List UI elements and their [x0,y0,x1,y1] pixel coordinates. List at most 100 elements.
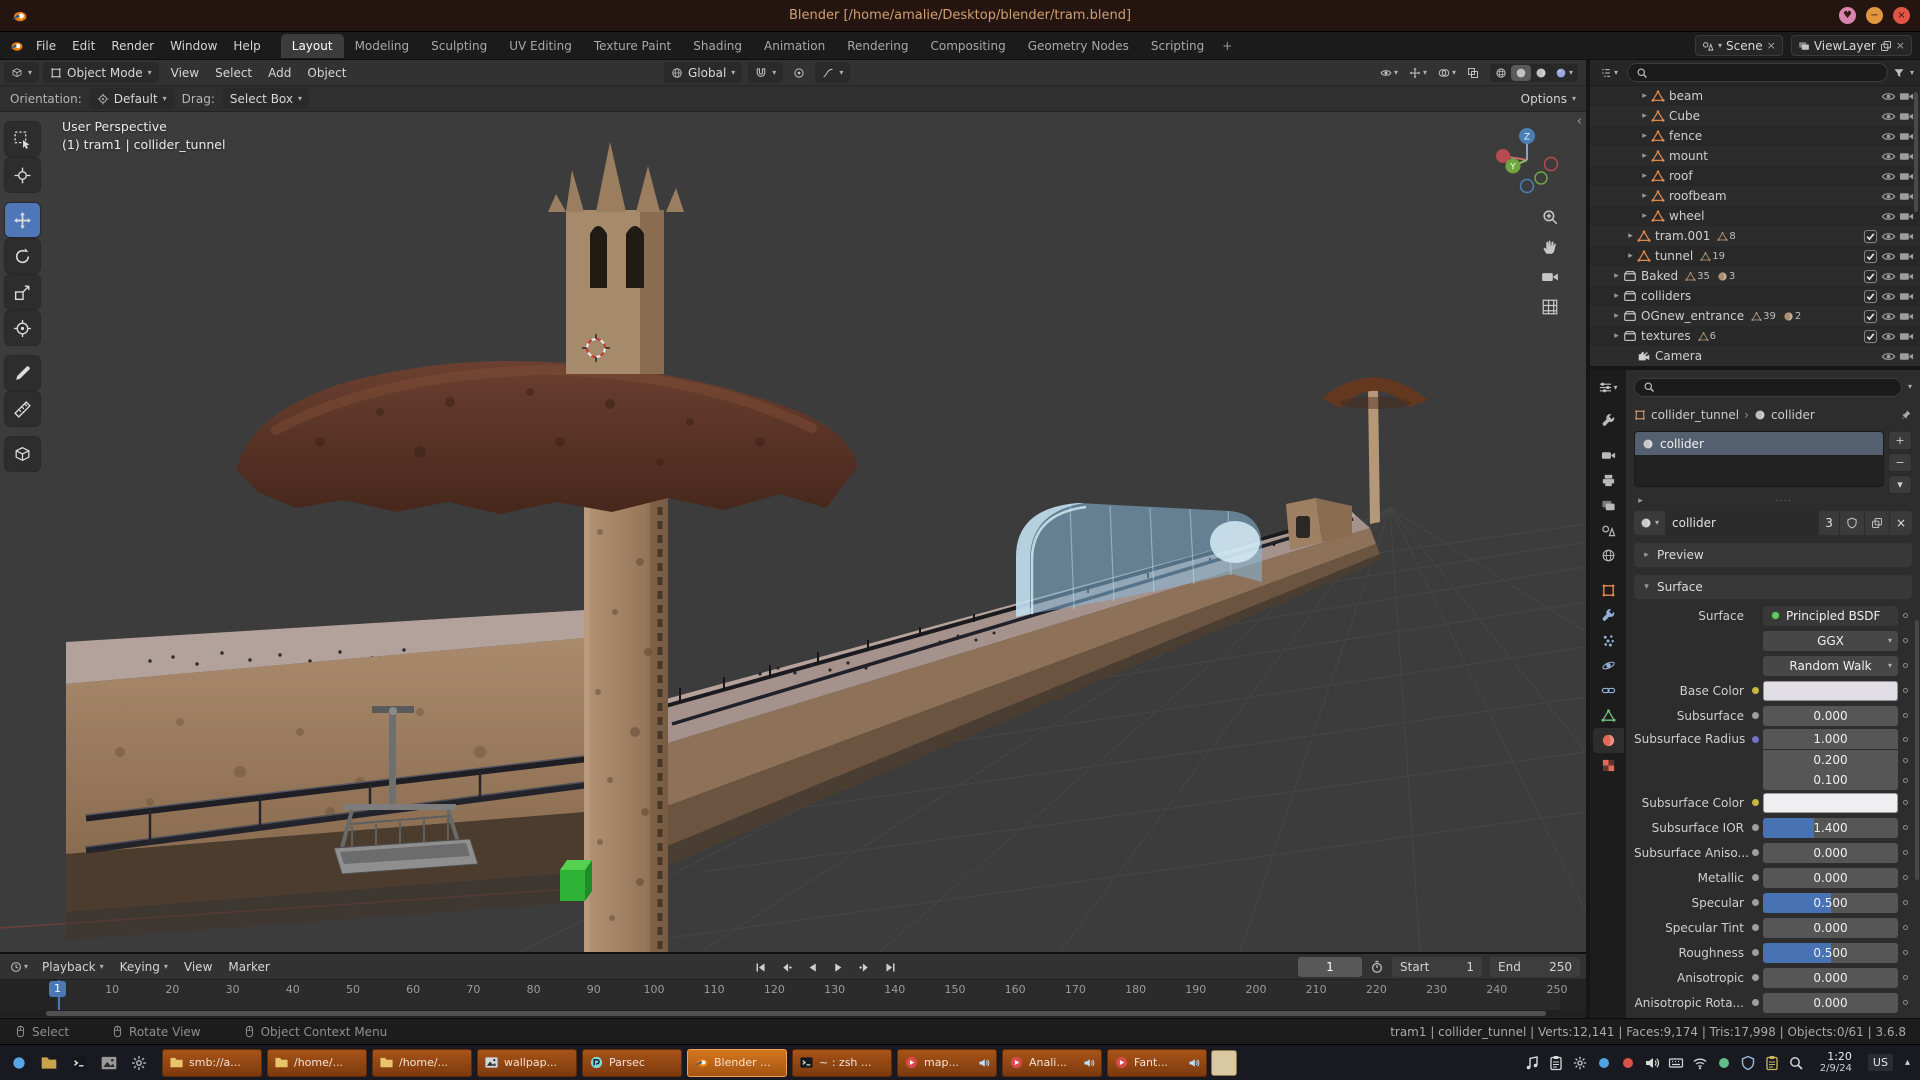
start-frame-field[interactable]: Start 1 [1392,957,1482,977]
decorator-dot[interactable] [1898,800,1912,805]
tab-shading[interactable]: Shading [682,34,753,58]
outliner-item-roof[interactable]: ▸roof [1590,166,1920,186]
show-gizmo-button[interactable]: ▾ [1405,65,1431,81]
launcher-terminal-button[interactable] [66,1050,92,1076]
value-slider[interactable]: 0.000 [1763,868,1898,888]
outliner-item-textures[interactable]: ▸textures6 [1590,326,1920,346]
decorator-dot[interactable] [1898,825,1912,830]
drag-mode-dropdown[interactable]: Select Box ▾ [223,88,309,109]
dropdown[interactable]: GGX▾ [1763,631,1898,651]
transform-tool[interactable] [5,311,40,345]
properties-tab-render[interactable] [1593,443,1624,468]
expand-arrow-icon[interactable]: ▸ [1638,191,1651,201]
orthographic-toggle-button[interactable] [1541,298,1559,316]
decorator-dot[interactable] [1898,663,1912,668]
outliner-search[interactable] [1627,63,1888,82]
color-swatch[interactable] [1763,793,1898,813]
timeline-editor-button[interactable]: ▾ [6,959,32,975]
scrollbar-thumb[interactable] [46,1011,1546,1016]
breadcrumb-data[interactable]: collider [1771,408,1815,422]
annotate-tool[interactable] [5,356,40,390]
filter-icon[interactable] [1893,67,1905,79]
expand-arrow-icon[interactable]: ▸ [1638,151,1651,161]
eye-icon[interactable] [1881,229,1896,244]
material-slot-list[interactable]: collider [1634,431,1884,487]
clock[interactable]: 1:20 2/9/24 [1820,1050,1852,1075]
camera-icon[interactable] [1899,189,1914,204]
value-slider[interactable]: 0.500 [1763,943,1898,963]
taskbar-app-smb-a[interactable]: smb://a... [162,1049,262,1077]
object-type-visibility-button[interactable]: ▾ [1376,65,1402,81]
properties-scrollbar[interactable] [1915,620,1919,880]
tray-keyboard-icon[interactable] [1668,1055,1684,1071]
dropdown[interactable]: Random Walk▾ [1763,656,1898,676]
scale-tool[interactable] [5,275,40,309]
value-slider[interactable]: 0.000 [1763,918,1898,938]
properties-tab-view-layer[interactable] [1593,493,1624,518]
expand-arrow-icon[interactable]: ▸ [1638,111,1651,121]
launcher-image-button[interactable] [96,1050,122,1076]
viewport-menu-select[interactable]: Select [207,63,260,83]
duplicate-material-button[interactable] [1865,511,1889,535]
decorator-dot[interactable] [1898,688,1912,693]
outliner-item-tunnel[interactable]: ▸tunnel19 [1590,246,1920,266]
checkbox-icon[interactable] [1863,229,1878,244]
menu-render[interactable]: Render [103,36,162,56]
eye-icon[interactable] [1881,129,1896,144]
properties-tab-object[interactable] [1593,578,1624,603]
eye-icon[interactable] [1881,289,1896,304]
editor-type-button[interactable]: ▾ [4,62,39,83]
value-slider[interactable]: 0.000 [1763,843,1898,863]
tab-sculpting[interactable]: Sculpting [420,34,498,58]
properties-tab-material[interactable] [1593,728,1624,753]
taskbar-app-wallpap[interactable]: wallpap... [477,1049,577,1077]
properties-tab-constraints[interactable] [1593,678,1624,703]
expand-arrow-icon[interactable]: ▸ [1638,211,1651,221]
play-reverse-button[interactable] [800,957,824,977]
decorator-dot[interactable] [1898,925,1912,930]
timeline-menu-marker[interactable]: Marker [220,957,277,977]
outliner-item-cube[interactable]: ▸Cube [1590,106,1920,126]
value-slider[interactable]: 0.000 [1763,968,1898,988]
checkbox-icon[interactable] [1863,249,1878,264]
scene-selector[interactable]: ▾ Scene × [1695,35,1783,56]
zoom-button[interactable] [1541,208,1559,226]
value-slider[interactable]: 0.500 [1763,893,1898,913]
current-frame-field[interactable]: 1 [1298,957,1362,977]
taskbar-app-blender[interactable]: Blender ... [687,1049,787,1077]
properties-tab-tool[interactable] [1593,408,1624,433]
launcher-start-button[interactable] [6,1050,32,1076]
pan-hand-button[interactable] [1541,238,1559,256]
breadcrumb-object[interactable]: collider_tunnel [1651,408,1739,422]
tab-animation[interactable]: Animation [753,34,836,58]
checkbox-icon[interactable] [1863,329,1878,344]
viewport-menu-add[interactable]: Add [260,63,299,83]
eye-icon[interactable] [1881,349,1896,364]
tab-modeling[interactable]: Modeling [344,34,421,58]
expand-arrow-icon[interactable]: ▸ [1610,311,1623,321]
outliner-item-colliders[interactable]: ▸colliders [1590,286,1920,306]
jump-end-button[interactable] [878,957,902,977]
outliner-item-fence[interactable]: ▸fence [1590,126,1920,146]
decorator-dot[interactable] [1898,713,1912,718]
outliner-item-wheel[interactable]: ▸wheel [1590,206,1920,226]
copy-icon[interactable] [1880,40,1892,52]
timeline-ruler[interactable]: 1 10203040506070809010011012013014015016… [0,980,1586,1010]
tray-dot-icon[interactable] [1620,1055,1636,1071]
preview-panel-header[interactable]: ▸ Preview [1634,543,1912,567]
eye-icon[interactable] [1881,329,1896,344]
timeline-menu-playback[interactable]: Playback▾ [34,957,112,977]
fake-user-button[interactable] [1840,511,1864,535]
eye-icon[interactable] [1881,89,1896,104]
shading-rendered-button[interactable]: ▾ [1551,65,1577,81]
decorator-dot[interactable] [1898,975,1912,980]
keyboard-layout-indicator[interactable]: US [1868,1054,1893,1071]
taskbar-app-zsh[interactable]: ~ : zsh ... [792,1049,892,1077]
launcher-folder-button[interactable] [36,1050,62,1076]
unlink-icon[interactable]: × [1767,39,1776,52]
tab-rendering[interactable]: Rendering [836,34,919,58]
outliner-item-mount[interactable]: ▸mount [1590,146,1920,166]
menu-help[interactable]: Help [225,36,268,56]
tray-gear-icon[interactable] [1572,1055,1588,1071]
tab-geometry-nodes[interactable]: Geometry Nodes [1017,34,1140,58]
